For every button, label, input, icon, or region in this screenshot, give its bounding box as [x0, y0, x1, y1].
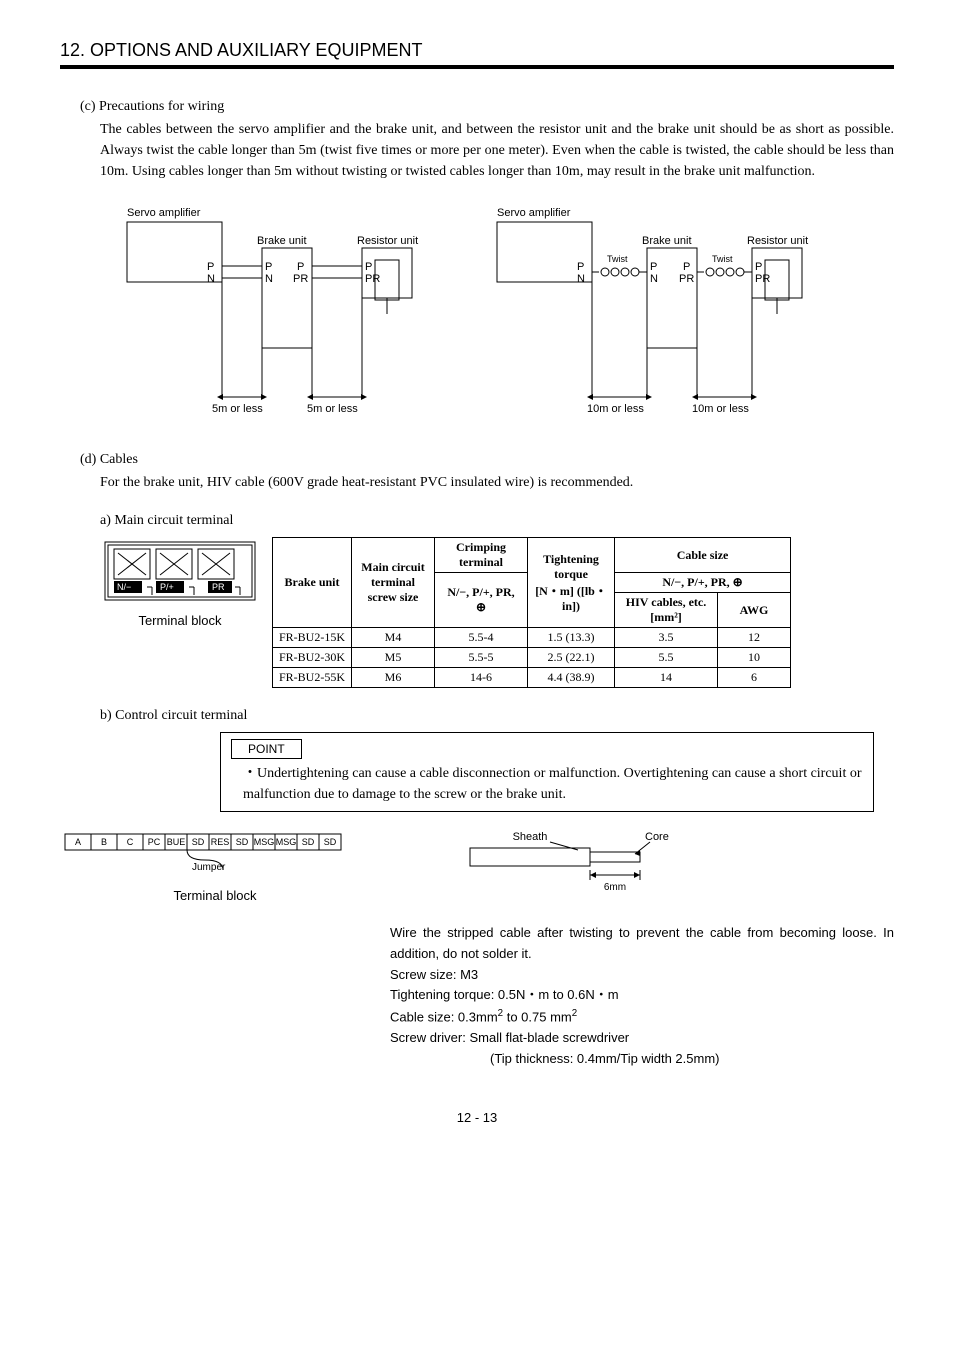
point-body: Undertightening can cause a cable discon…	[243, 766, 862, 802]
col-awg: AWG	[718, 593, 791, 628]
col-brake: Brake unit	[273, 538, 352, 628]
label-p: P	[207, 261, 214, 273]
note-line-1: Wire the stripped cable after twisting t…	[390, 923, 894, 965]
label-n: N	[265, 273, 273, 285]
chapter-title: 12. OPTIONS AND AUXILIARY EQUIPMENT	[60, 40, 894, 61]
note-line-3: Tightening torque: 0.5N・m to 0.6N・m	[390, 985, 894, 1006]
label-p: P	[683, 261, 690, 273]
col-crimp-sub: N/−, P/+, PR, ⊕	[435, 573, 528, 628]
label-n-minus: N/−	[117, 582, 131, 592]
label-dist: 5m or less	[307, 403, 358, 415]
wire-notes: Wire the stripped cable after twisting t…	[390, 923, 894, 1070]
label-n: N	[577, 273, 585, 285]
label-pr: PR	[679, 273, 694, 285]
label-p: P	[365, 261, 372, 273]
diagram-5m: Servo amplifier Brake unit Resistor unit…	[117, 202, 447, 422]
sub-a-heading: a) Main circuit terminal	[100, 513, 894, 529]
ctrl-cell: RES	[211, 837, 230, 847]
sub-b-heading: b) Control circuit terminal	[100, 708, 894, 724]
label-p: P	[297, 261, 304, 273]
ctrl-cell: SD	[192, 837, 205, 847]
section-c-body: The cables between the servo amplifier a…	[100, 119, 894, 182]
main-circuit-spec-table: Brake unitMain circuit terminal screw si…	[272, 537, 791, 688]
dim-6mm: 6mm	[604, 882, 626, 893]
label-pr: PR	[365, 273, 380, 285]
label-pr: PR	[293, 273, 308, 285]
label-brake-unit: Brake unit	[642, 235, 692, 247]
note-line-2: Screw size: M3	[390, 965, 894, 986]
core-label: Core	[645, 831, 669, 843]
note-line-6: (Tip thickness: 0.4mm/Tip width 2.5mm)	[490, 1049, 894, 1070]
col-cable: Cable size	[615, 538, 791, 573]
point-label: POINT	[231, 739, 302, 759]
label-resistor-unit: Resistor unit	[357, 235, 418, 247]
ctrl-cell: SD	[236, 837, 249, 847]
label-n: N	[207, 273, 215, 285]
point-box: POINT ・Undertightening can cause a cable…	[220, 732, 874, 812]
ctrl-terminal-block-label: Terminal block	[60, 888, 370, 903]
label-p-plus: P/+	[160, 582, 174, 592]
ctrl-cell: SD	[324, 837, 337, 847]
col-hiv: HIV cables, etc. [mm²]	[615, 593, 718, 628]
note-line-4: Cable size: 0.3mm2 to 0.75 mm2	[390, 1006, 894, 1028]
ctrl-cell: PC	[148, 837, 161, 847]
ctrl-cell: BUE	[167, 837, 186, 847]
sheath-core-diagram: Sheath Core 6mm	[450, 828, 690, 898]
label-pr: PR	[212, 582, 225, 592]
sheath-label: Sheath	[513, 831, 548, 843]
label-p: P	[755, 261, 762, 273]
control-terminal-diagram: A B C PC BUE SD RES SD MSGMSG SD SD Jumper	[60, 828, 370, 888]
section-d-body: For the brake unit, HIV cable (600V grad…	[100, 472, 894, 493]
label-servo-amp: Servo amplifier	[497, 207, 571, 219]
label-p: P	[650, 261, 657, 273]
terminal-block-label: Terminal block	[138, 613, 221, 628]
ctrl-cell: MSG	[276, 837, 297, 847]
section-c-heading: (c) Precautions for wiring	[80, 99, 894, 115]
ctrl-cell: MSG	[254, 837, 275, 847]
col-torque: Tightening torque[N・m] ([lb・in])	[528, 538, 615, 628]
section-d-heading: (d) Cables	[80, 452, 894, 468]
ctrl-cell: B	[101, 837, 107, 847]
ctrl-cell: C	[127, 837, 134, 847]
label-servo-amp: Servo amplifier	[127, 207, 201, 219]
col-cable-sub: N/−, P/+, PR, ⊕	[615, 573, 791, 593]
label-brake-unit: Brake unit	[257, 235, 307, 247]
diagram-10m: Servo amplifier Brake unit Resistor unit…	[487, 202, 837, 422]
label-resistor-unit: Resistor unit	[747, 235, 808, 247]
ctrl-cell: A	[75, 837, 81, 847]
label-n: N	[650, 273, 658, 285]
ctrl-cell: SD	[302, 837, 315, 847]
note-line-5: Screw driver: Small flat-blade screwdriv…	[390, 1028, 894, 1049]
main-terminal-block-diagram: N/− P/+ PR	[100, 537, 260, 607]
label-p: P	[265, 261, 272, 273]
page-number: 12 - 13	[60, 1110, 894, 1125]
col-screw: Main circuit terminal screw size	[352, 538, 435, 628]
label-pr: PR	[755, 273, 770, 285]
table-row: FR-BU2-15KM45.5-41.5 (13.3)3.512	[273, 628, 791, 648]
label-twist: Twist	[712, 254, 733, 264]
table-row: FR-BU2-30KM55.5-52.5 (22.1)5.510	[273, 648, 791, 668]
wiring-diagram-row: Servo amplifier Brake unit Resistor unit…	[60, 202, 894, 422]
label-dist: 10m or less	[692, 403, 749, 415]
label-twist: Twist	[607, 254, 628, 264]
label-dist: 5m or less	[212, 403, 263, 415]
label-p: P	[577, 261, 584, 273]
chapter-rule	[60, 65, 894, 69]
table-row: FR-BU2-55KM614-64.4 (38.9)146	[273, 668, 791, 688]
col-crimp: Crimping terminal	[435, 538, 528, 573]
label-dist: 10m or less	[587, 403, 644, 415]
jumper-label: Jumper	[192, 862, 226, 873]
